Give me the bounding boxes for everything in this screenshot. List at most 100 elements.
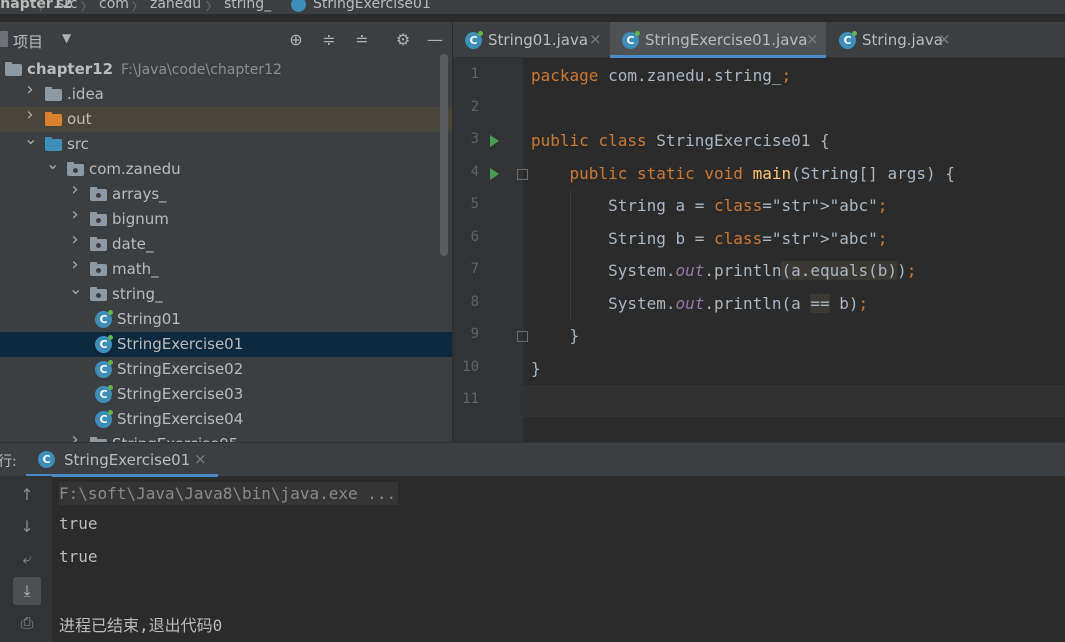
tree-item-class[interactable]: C StringExercise01 xyxy=(0,332,452,357)
tree-item-package[interactable]: › arrays_ xyxy=(0,181,452,207)
tree-item-class[interactable]: C StringExercise04 xyxy=(0,407,452,432)
code-line[interactable] xyxy=(523,93,1065,125)
chevron-right-icon[interactable]: › xyxy=(69,206,81,224)
dropdown-chevron-icon[interactable]: ▼ xyxy=(62,31,71,45)
class-icon: C xyxy=(95,410,113,428)
chevron-down-icon[interactable]: ⌄ xyxy=(46,156,59,172)
close-icon[interactable]: × xyxy=(938,30,951,48)
code-line[interactable]: String a = class="str">"abc"; xyxy=(523,190,1065,222)
tree-item-source-folder[interactable]: ⌄ src xyxy=(0,131,452,157)
minimize-icon[interactable]: — xyxy=(426,31,444,49)
tree-scrollbar[interactable] xyxy=(440,54,448,256)
tree-item-name: math_ xyxy=(112,260,159,278)
tree-item-module[interactable]: chapter12 F:\Java\code\chapter12 xyxy=(0,57,452,82)
code-token: main xyxy=(752,163,792,183)
tree-item-name: com.zanedu xyxy=(89,160,181,178)
breadcrumb-item[interactable]: StringExercise01 xyxy=(313,0,431,12)
run-tab[interactable]: C StringExercise01 × xyxy=(22,443,218,477)
close-icon[interactable]: × xyxy=(806,30,819,48)
code-line[interactable]: System.out.println(a.equals(b)); xyxy=(523,255,1065,287)
package-dot xyxy=(96,293,101,298)
close-icon[interactable]: × xyxy=(194,450,207,468)
code-line[interactable]: } xyxy=(523,320,1065,352)
collapse-all-icon[interactable]: ≐ xyxy=(353,31,371,49)
soft-wrap-icon[interactable]: ⤶ xyxy=(13,545,41,573)
run-gutter-icon[interactable] xyxy=(490,167,499,180)
breadcrumb-item[interactable]: string_ xyxy=(224,0,271,12)
line-number: 5 xyxy=(470,196,479,212)
tree-item-name: chapter12 xyxy=(27,60,114,78)
tree-item-class[interactable]: C StringExercise02 xyxy=(0,357,452,382)
code-line[interactable]: public static void main(String[] args) { xyxy=(523,158,1065,190)
breadcrumb-item[interactable]: com xyxy=(99,0,129,12)
code-line[interactable]: public class StringExercise01 { xyxy=(523,125,1065,157)
code-token: ; xyxy=(877,196,888,215)
chevron-right-icon[interactable]: › xyxy=(69,181,81,199)
editor-tab[interactable]: C String01.java × xyxy=(453,22,609,58)
package-icon xyxy=(67,162,84,176)
breadcrumb-item[interactable]: src xyxy=(57,0,77,12)
code-area[interactable]: package com.zanedu.string_;public class … xyxy=(523,58,1065,442)
chevron-right-icon[interactable]: › xyxy=(69,231,81,249)
code-line[interactable]: } xyxy=(523,353,1065,385)
class-icon: C xyxy=(622,31,640,49)
editor-tab[interactable]: C String.java × xyxy=(827,22,958,58)
editor-tab-label: StringExercise01.java xyxy=(645,31,808,49)
chevron-right-icon[interactable]: › xyxy=(69,431,81,443)
tree-item-package[interactable]: ⌄ string_ xyxy=(0,281,452,307)
tree-item-name: out xyxy=(67,110,92,128)
code-line[interactable]: System.out.println(a == b); xyxy=(523,288,1065,320)
project-view-icon[interactable] xyxy=(0,31,8,47)
code-line[interactable] xyxy=(523,385,1065,417)
locate-icon[interactable]: ⊕ xyxy=(287,31,305,49)
package-dot xyxy=(96,268,101,273)
tree-item-package[interactable]: ⌄ com.zanedu xyxy=(0,156,452,182)
chevron-right-icon[interactable]: › xyxy=(24,81,36,99)
print-icon[interactable]: ⎙ xyxy=(13,609,41,637)
project-panel-title[interactable]: 项目 xyxy=(13,31,43,52)
expand-all-icon[interactable]: ≑ xyxy=(320,31,338,49)
code-token: class xyxy=(714,196,763,215)
tree-item-name: date_ xyxy=(112,235,154,253)
scroll-up-icon[interactable]: ↑ xyxy=(13,481,41,509)
code-line[interactable]: String b = class="str">"abc"; xyxy=(523,223,1065,255)
tree-item-name: src xyxy=(67,135,89,153)
chevron-down-icon[interactable]: ⌄ xyxy=(69,281,82,297)
scroll-to-end-icon[interactable]: ⤓ xyxy=(13,577,41,605)
tree-item-package[interactable]: › date_ xyxy=(0,231,452,257)
gear-icon[interactable]: ⚙ xyxy=(394,31,412,49)
tree-item-package[interactable]: › StringExercise05 xyxy=(0,431,452,443)
chevron-down-icon[interactable]: ⌄ xyxy=(24,131,37,147)
console-output[interactable]: F:\soft\Java\Java8\bin\java.exe ... true t… xyxy=(52,476,1065,642)
tree-item-class[interactable]: C StringExercise03 xyxy=(0,382,452,407)
scroll-down-icon[interactable]: ↓ xyxy=(13,513,41,541)
tree-item-label: com.zanedu xyxy=(89,160,181,178)
tree-item-class[interactable]: C String01 xyxy=(0,307,452,332)
class-icon: C xyxy=(839,31,857,49)
tree-item-label: StringExercise04 xyxy=(117,410,244,428)
tree-item-excluded-folder[interactable]: › out xyxy=(0,106,452,132)
tree-item-package[interactable]: › bignum xyxy=(0,206,452,232)
code-token: class xyxy=(598,131,647,150)
tree-item-label: out xyxy=(67,110,92,128)
console-line: true xyxy=(59,547,98,566)
tree-item-label: chapter12 F:\Java\code\chapter12 xyxy=(27,60,282,78)
class-icon: C xyxy=(38,451,55,468)
run-panel-label: 行: xyxy=(0,454,17,470)
code-line[interactable]: package com.zanedu.string_; xyxy=(523,60,1065,92)
close-icon[interactable]: × xyxy=(589,30,602,48)
console-line: 进程已结束,退出代码0 xyxy=(59,616,223,635)
code-token: (a.equals(b) xyxy=(781,261,898,280)
code-token: class xyxy=(714,228,763,248)
breadcrumb: chapter12〉src〉com〉zanedu〉string_〉StringE… xyxy=(0,0,1065,14)
code-token: static xyxy=(636,163,695,183)
package-icon xyxy=(90,287,107,301)
tree-item-package[interactable]: › math_ xyxy=(0,256,452,282)
tree-item-folder[interactable]: › .idea xyxy=(0,81,452,107)
chevron-right-icon[interactable]: › xyxy=(24,106,36,124)
run-gutter-icon[interactable] xyxy=(490,135,499,147)
code-token: ; xyxy=(877,228,888,248)
editor-tab[interactable]: C StringExercise01.java × xyxy=(610,22,826,58)
chevron-right-icon[interactable]: › xyxy=(69,256,81,274)
breadcrumb-item[interactable]: zanedu xyxy=(150,0,201,12)
